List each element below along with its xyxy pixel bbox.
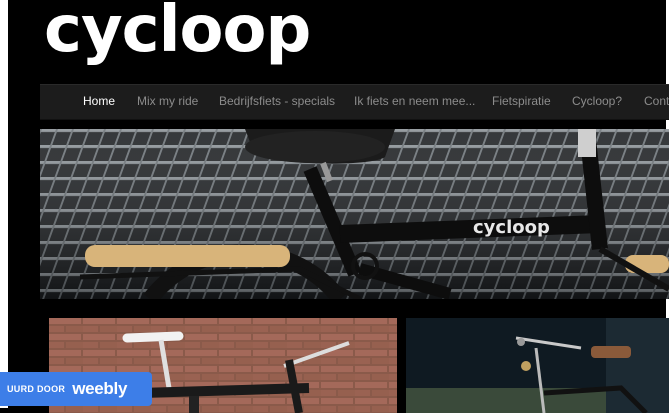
main-navigation: Home Mix my ride Bedrijfsfiets - special… (40, 84, 669, 120)
nav-item-bedrijfsfiets[interactable]: Bedrijfsfiets - specials (219, 94, 335, 108)
bike-photo-street[interactable] (406, 318, 669, 413)
wooden-rack (85, 245, 290, 267)
site-logo[interactable]: cycloop (44, 0, 311, 66)
hero-banner-image: cycloop (40, 129, 669, 299)
badge-prefix: UURD DOOR (7, 384, 66, 394)
nav-item-fietspiratie[interactable]: Fietspiratie (492, 94, 551, 108)
powered-by-weebly-badge[interactable]: UURD DOOR weebly (0, 372, 152, 406)
nav-item-ik-fiets[interactable]: Ik fiets en neem mee... (354, 94, 475, 108)
weebly-logo: weebly (72, 379, 128, 398)
nav-item-home[interactable]: Home (83, 94, 115, 108)
left-edge (0, 0, 8, 408)
nav-item-contact[interactable]: Conta (644, 94, 669, 108)
nav-item-cycloop[interactable]: Cycloop? (572, 94, 622, 108)
frame-logo: cycloop (473, 217, 550, 238)
nav-item-mix-my-ride[interactable]: Mix my ride (137, 94, 198, 108)
